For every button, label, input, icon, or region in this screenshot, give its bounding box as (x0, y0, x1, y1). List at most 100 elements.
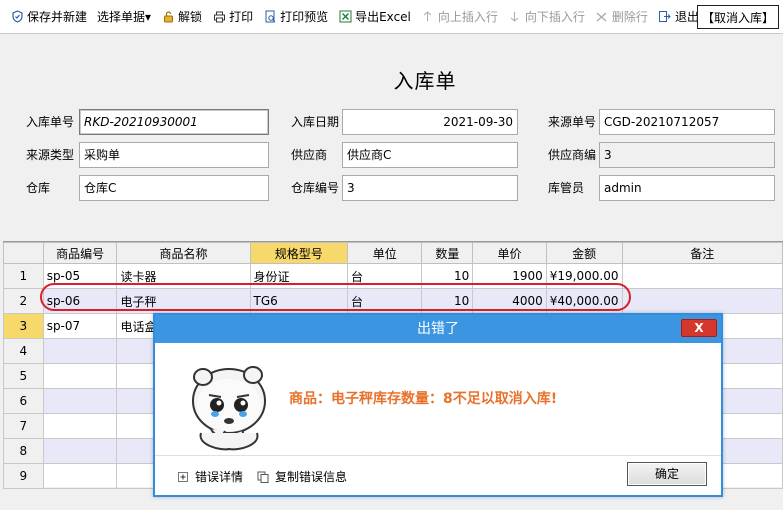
table-cell[interactable]: sp-05 (42, 263, 118, 289)
error-message: 商品：电子秤库存数量：8不足以取消入库! (289, 391, 558, 407)
save-and-new-button[interactable]: 保存并新建 (6, 6, 91, 28)
copy-icon (257, 471, 269, 483)
table-cell[interactable]: 10 (421, 288, 474, 314)
table-cell[interactable]: TG6 (249, 288, 349, 314)
col-header[interactable]: 商品编号 (42, 242, 118, 264)
insert-row-below-label: 向下插入行 (524, 10, 585, 24)
table-cell[interactable] (42, 338, 118, 364)
table-cell[interactable]: 4000 (472, 288, 547, 314)
table-cell[interactable] (42, 438, 118, 464)
copy-error-button[interactable]: 复制错误信息 (257, 468, 347, 485)
doc-no-field[interactable]: RKD-20210930001 (79, 109, 269, 135)
col-header[interactable]: 数量 (421, 242, 474, 264)
dialog-body: 商品：电子秤库存数量：8不足以取消入库! (155, 343, 721, 455)
warehouse-field[interactable]: 仓库C (79, 175, 269, 201)
col-header[interactable]: 单价 (472, 242, 547, 264)
keeper-label: 库管员 (548, 181, 585, 195)
source-type-field[interactable]: 采购单 (79, 142, 269, 168)
table-cell[interactable] (621, 288, 783, 314)
shield-icon (10, 10, 24, 24)
row-number[interactable]: 6 (3, 388, 44, 414)
exit-label: 退出 (674, 10, 699, 24)
corner-cell[interactable] (3, 242, 44, 264)
table-row[interactable]: 1 sp-05 读卡器 身份证台 10 1900 ¥19,000.00 (3, 263, 783, 289)
cancel-stock-in-button[interactable]: 【取消入库】 (696, 5, 779, 29)
date-field[interactable]: 2021-09-30 (342, 109, 518, 135)
insert-row-above-button[interactable]: 向上插入行 (417, 6, 502, 28)
keeper-field[interactable]: admin (599, 175, 775, 201)
dialog-title-bar: 出错了 X (155, 315, 721, 343)
row-number[interactable]: 1 (3, 263, 44, 289)
row-number[interactable]: 8 (3, 438, 44, 464)
table-cell[interactable]: 台 (346, 263, 423, 289)
table-cell[interactable] (42, 413, 118, 439)
table-cell[interactable]: 电子秤 (116, 288, 251, 314)
dialog-footer: 错误详情 复制错误信息 确定 (155, 455, 721, 495)
crying-mascot-icon (192, 366, 266, 451)
error-details-toggle[interactable]: 错误详情 (177, 468, 243, 485)
table-cell[interactable]: 10 (421, 263, 474, 289)
col-header[interactable]: 规格型号 (249, 242, 349, 264)
print-preview-label: 打印预览 (280, 10, 329, 24)
insert-row-below-icon (508, 10, 522, 24)
grid-header-row: 商品编号 商品名称 规格型号 单位 数量 单价 金额 备注 (3, 242, 783, 264)
warehouse-code-field[interactable]: 3 (342, 175, 518, 201)
source-no-field[interactable]: CGD-20210712057 (599, 109, 775, 135)
form-area: 入库单 入库单号 RKD-20210930001 入库日期 2021-09-30… (0, 35, 783, 240)
unlock-label: 解锁 (178, 10, 203, 24)
supplier-code-label: 供应商编 (548, 148, 597, 162)
export-excel-button[interactable]: 导出Excel (334, 6, 415, 28)
toolbar: 保存并新建 选择单据▾ 解锁 打印 打印预览 导出Excel 向上插入行 向下插… (0, 0, 783, 34)
supplier-label: 供应商 (291, 148, 328, 162)
unlock-icon (161, 10, 175, 24)
row-number[interactable]: 3 (3, 313, 44, 339)
cancel-stock-in-label: 【取消入库】 (701, 10, 774, 25)
col-header[interactable]: 单位 (346, 242, 423, 264)
exit-button[interactable]: 退出 (654, 6, 703, 28)
dialog-close-button[interactable]: X (681, 319, 717, 337)
row-number[interactable]: 4 (3, 338, 44, 364)
row-number[interactable]: 9 (3, 463, 44, 489)
table-cell[interactable]: sp-07 (42, 313, 118, 339)
col-header[interactable]: 备注 (621, 242, 783, 264)
table-row[interactable]: 2 sp-06 电子秤 TG6 台 10 4000 ¥40,000.00 (3, 288, 783, 314)
table-cell[interactable]: 1900 (472, 263, 547, 289)
supplier-code-field: 3 (599, 142, 775, 168)
print-button[interactable]: 打印 (208, 6, 257, 28)
table-cell[interactable]: ¥40,000.00 (545, 288, 623, 314)
table-cell[interactable] (42, 363, 118, 389)
table-cell[interactable] (621, 263, 783, 289)
exit-icon (658, 10, 672, 24)
dialog-title: 出错了 (417, 321, 459, 337)
table-cell[interactable]: 身份证 (249, 263, 349, 289)
print-preview-icon (263, 10, 277, 24)
print-preview-button[interactable]: 打印预览 (259, 6, 332, 28)
select-document-label: 选择单据▾ (97, 10, 152, 24)
col-header[interactable]: 商品名称 (116, 242, 251, 264)
delete-row-label: 删除行 (611, 10, 648, 24)
table-cell[interactable]: 台 (346, 288, 423, 314)
printer-icon (212, 10, 226, 24)
row-number[interactable]: 2 (3, 288, 44, 314)
supplier-field[interactable]: 供应商C (342, 142, 518, 168)
table-cell[interactable]: ¥19,000.00 (545, 263, 623, 289)
table-cell[interactable]: sp-06 (42, 288, 118, 314)
select-document-dropdown[interactable]: 选择单据▾ (93, 6, 155, 28)
warehouse-label: 仓库 (26, 181, 51, 195)
expand-plus-icon (177, 471, 189, 483)
date-label: 入库日期 (291, 115, 340, 129)
error-details-label: 错误详情 (195, 470, 244, 484)
table-cell[interactable] (42, 463, 118, 489)
unlock-button[interactable]: 解锁 (157, 6, 206, 28)
ok-button[interactable]: 确定 (627, 462, 707, 486)
table-cell[interactable] (42, 388, 118, 414)
copy-error-label: 复制错误信息 (275, 470, 348, 484)
delete-row-button[interactable]: 删除行 (591, 6, 652, 28)
row-number[interactable]: 5 (3, 363, 44, 389)
table-cell[interactable]: 读卡器 (116, 263, 251, 289)
col-header[interactable]: 金额 (545, 242, 623, 264)
insert-row-below-button[interactable]: 向下插入行 (504, 6, 589, 28)
page-title: 入库单 (393, 69, 457, 93)
save-and-new-label: 保存并新建 (27, 10, 88, 24)
row-number[interactable]: 7 (3, 413, 44, 439)
